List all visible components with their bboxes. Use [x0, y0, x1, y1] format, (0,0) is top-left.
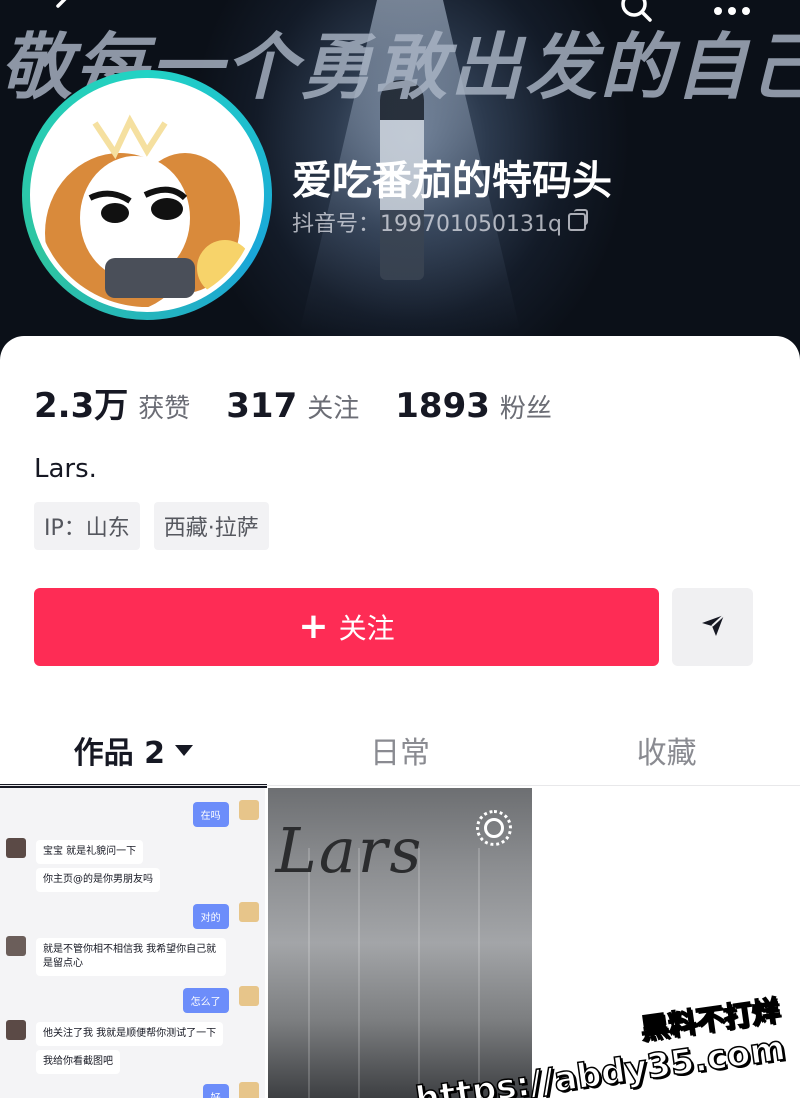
tab-favorites[interactable]: 收藏 — [533, 714, 800, 786]
profile-card: 2.3万 获赞 317 关注 1893 粉丝 Lars. IP：山东 西藏·拉萨… — [0, 336, 800, 1098]
avatar[interactable] — [22, 70, 272, 320]
stat-value: 1893 — [395, 386, 490, 426]
stat-likes: 2.3万 获赞 — [34, 378, 190, 427]
chevron-down-icon[interactable] — [175, 744, 193, 756]
follow-label: 关注 — [338, 612, 395, 645]
chat-bubble: 我给你看截图吧 — [36, 1050, 120, 1074]
profile-nickname: 爱吃番茄的特码头 — [292, 158, 612, 204]
stat-followers[interactable]: 1893 粉丝 — [395, 386, 552, 426]
chat-bubble: 好 — [202, 1084, 229, 1098]
live-photo-icon — [476, 810, 513, 846]
stat-label: 获赞 — [138, 394, 191, 424]
avatar — [238, 986, 259, 1006]
chat-bubble: 就是不管你相不相信我 我希望你自己就是留点心 — [36, 938, 226, 976]
send-message-button[interactable] — [672, 588, 753, 666]
tab-daily-label: 日常 — [370, 736, 430, 771]
stat-label: 关注 — [307, 394, 360, 424]
chat-bubble: 宝宝 就是礼貌问一下 — [36, 840, 144, 864]
chat-bubble: 他关注了我 我就是顺便帮你测试了一下 — [36, 1022, 224, 1046]
more-icon[interactable] — [712, 0, 752, 31]
douyin-id[interactable]: 抖音号：19970105013​1q — [292, 206, 588, 238]
stats-row: 2.3万 获赞 317 关注 1893 粉丝 — [34, 378, 552, 427]
avatar — [238, 1082, 259, 1098]
tab-favorites-label: 收藏 — [636, 736, 697, 771]
profile-bio: Lars. — [34, 454, 97, 484]
content-tabs: 作品 2 日常 收藏 — [0, 714, 800, 788]
avatar — [6, 1020, 26, 1040]
location-tag[interactable]: 西藏·拉萨 — [153, 502, 269, 550]
avatar — [238, 800, 259, 820]
ip-location-tag: IP：山东 — [34, 502, 140, 550]
tab-works[interactable]: 作品 2 — [0, 714, 267, 788]
back-icon[interactable] — [50, 0, 80, 30]
douyin-id-text: 抖音号：19970105013​1q — [292, 212, 562, 237]
chat-bubble: 在吗 — [192, 802, 229, 827]
chat-bubble: 你主页@的是你男朋友吗 — [36, 868, 160, 892]
chat-bubble: 怎么了 — [182, 988, 229, 1013]
tab-daily[interactable]: 日常 — [267, 714, 534, 786]
work-item-chat[interactable]: 在吗 宝宝 就是礼貌问一下 你主页@的是你男朋友吗 对的 就是不管你相不相信我 … — [0, 788, 265, 1098]
avatar — [6, 838, 26, 858]
chat-bubble: 对的 — [192, 904, 229, 929]
search-icon[interactable] — [618, 0, 654, 34]
avatar — [6, 936, 26, 956]
plus-icon: + — [298, 606, 329, 647]
avatar — [238, 902, 259, 922]
send-icon — [699, 611, 727, 643]
follow-button[interactable]: + 关注 — [34, 588, 659, 666]
tab-divider — [0, 785, 800, 786]
stat-label: 粉丝 — [499, 394, 552, 424]
stat-value: 2.3万 — [34, 386, 129, 426]
profile-tags: IP：山东 西藏·拉萨 — [34, 502, 269, 550]
avatar-image — [30, 78, 264, 312]
copy-icon[interactable] — [567, 209, 588, 231]
tab-works-label: 作品 2 — [73, 736, 165, 771]
stat-value: 317 — [226, 386, 298, 426]
stat-following[interactable]: 317 关注 — [226, 386, 359, 426]
photo-handwriting: Lars — [275, 814, 424, 887]
